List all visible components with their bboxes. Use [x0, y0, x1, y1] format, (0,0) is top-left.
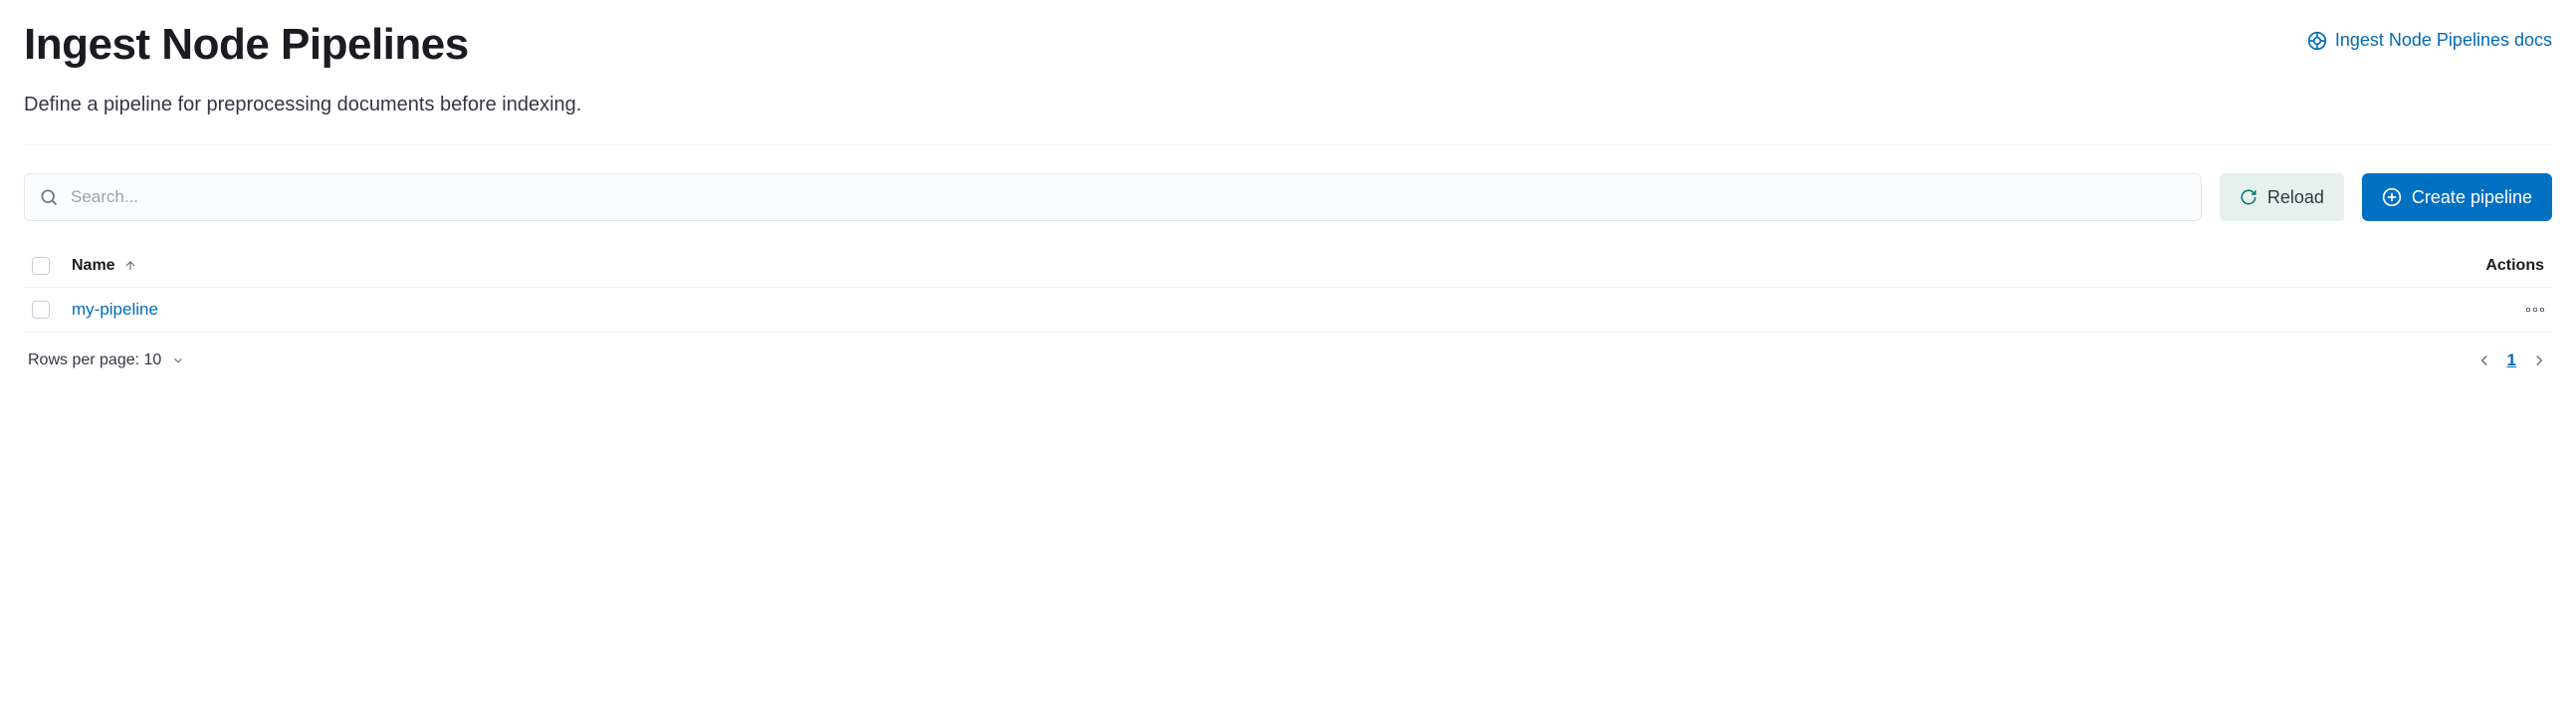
next-page-button[interactable] [2530, 352, 2548, 369]
reload-button[interactable]: Reload [2220, 173, 2344, 221]
page-subtitle: Define a pipeline for preprocessing docu… [24, 94, 2552, 117]
column-header-name[interactable]: Name [72, 257, 2455, 275]
column-name-label: Name [72, 257, 115, 275]
pipeline-name-link[interactable]: my-pipeline [72, 300, 158, 320]
divider [24, 144, 2552, 145]
pagination: 1 [2475, 351, 2548, 370]
table-row: my-pipeline [24, 288, 2552, 333]
select-all-checkbox[interactable] [32, 257, 50, 275]
pipelines-table: Name Actions my-pipeline [24, 245, 2552, 333]
search-box[interactable] [24, 173, 2202, 221]
plus-circle-icon [2382, 187, 2402, 207]
docs-link[interactable]: Ingest Node Pipelines docs [2307, 30, 2552, 51]
page-title: Ingest Node Pipelines [24, 20, 469, 70]
page-number[interactable]: 1 [2507, 351, 2516, 370]
row-checkbox[interactable] [32, 301, 50, 319]
reload-label: Reload [2267, 187, 2324, 208]
reload-icon [2240, 188, 2257, 206]
search-input[interactable] [59, 187, 2187, 207]
docs-link-label: Ingest Node Pipelines docs [2335, 30, 2552, 51]
previous-page-button[interactable] [2475, 352, 2493, 369]
column-actions-label: Actions [2485, 257, 2544, 275]
row-actions-button[interactable] [2526, 308, 2544, 312]
rows-per-page-selector[interactable]: Rows per page: 10 [28, 352, 185, 369]
create-pipeline-button[interactable]: Create pipeline [2362, 173, 2552, 221]
chevron-down-icon [171, 353, 185, 367]
search-icon [39, 187, 59, 207]
rows-per-page-label: Rows per page: 10 [28, 352, 161, 369]
sort-ascending-icon [123, 259, 137, 273]
create-label: Create pipeline [2412, 187, 2532, 208]
table-header-row: Name Actions [24, 245, 2552, 288]
help-icon [2307, 31, 2327, 51]
